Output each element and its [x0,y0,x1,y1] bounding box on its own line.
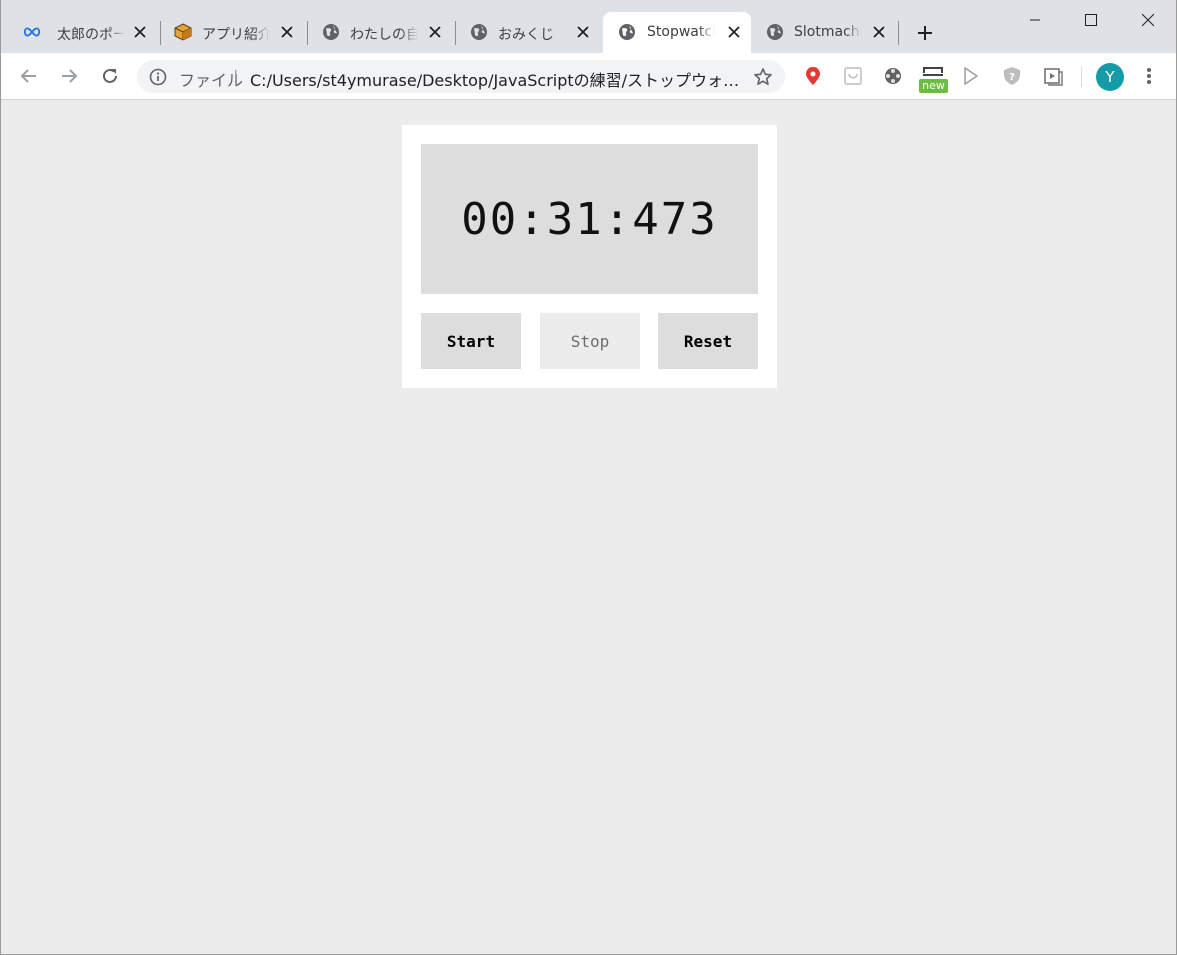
toolbar-separator [1081,67,1082,87]
tab-self-intro[interactable]: わたしの自己紹介 [300,12,452,53]
tab-omikuji[interactable]: おみくじ [448,12,600,53]
star-icon[interactable] [753,67,773,87]
maximize-button[interactable] [1063,0,1119,40]
shield-icon[interactable]: ? [1000,64,1024,88]
close-icon[interactable] [576,25,590,39]
globe-icon [618,23,636,41]
address-bar[interactable]: ファイル | C:/Users/st4ymurase/Desktop/JavaS… [137,60,785,93]
stopwatch-container: 00:31:473 Start Stop Reset [402,125,777,388]
box-icon [174,23,192,41]
close-icon [1141,13,1155,27]
maximize-icon [1085,14,1097,26]
tab-portfolio[interactable]: 太郎のポートフォリオ [1,12,157,53]
film-reel-icon[interactable] [881,64,905,88]
tab-title: アプリ紹介サイト [202,27,270,43]
globe-icon [322,23,340,41]
close-icon[interactable] [133,25,147,39]
new-tab-button[interactable] [913,21,937,45]
cursor-icon[interactable] [959,64,983,88]
tab-title: Stopwatch [647,24,715,40]
reload-button[interactable] [96,62,124,90]
tab-slotmachine[interactable]: Slotmachine [744,12,896,53]
map-pin-icon[interactable] [801,64,825,88]
stop-button[interactable]: Stop [540,313,640,369]
tab-stopwatch[interactable]: Stopwatch [603,12,751,53]
close-icon[interactable] [872,25,886,39]
tab-separator [898,21,899,45]
reload-icon [103,68,117,83]
video-play-icon[interactable] [1041,64,1065,88]
kebab-menu-icon[interactable] [1137,64,1161,88]
arrow-left-icon [20,69,36,83]
browser-toolbar: ファイル | C:/Users/st4ymurase/Desktop/JavaS… [1,53,1176,100]
profile-avatar[interactable]: Y [1096,63,1124,91]
tab-title: 太郎のポートフォリオ [57,27,125,43]
url-text[interactable]: C:/Users/st4ymurase/Desktop/JavaScriptの練… [250,67,740,91]
minimize-icon [1030,19,1040,21]
back-button[interactable] [15,62,43,90]
start-button[interactable]: Start [421,313,521,369]
tab-app-intro[interactable]: アプリ紹介サイト [152,12,304,53]
close-icon[interactable] [727,25,741,39]
window-close-button[interactable] [1120,0,1176,40]
new-badge: new [919,79,948,93]
pocket-icon[interactable] [841,64,865,88]
plus-icon [918,26,932,40]
tab-title: わたしの自己紹介 [350,27,418,43]
close-icon[interactable] [280,25,294,39]
time-display: 00:31:473 [421,144,758,294]
tab-title: おみくじ [498,27,554,43]
tab-strip: 太郎のポートフォリオ アプリ紹介サイト わたしの自己紹介 [1,0,1176,53]
svg-text:?: ? [1009,72,1015,83]
minimize-button[interactable] [1007,0,1063,40]
scheme-divider: | [233,67,239,86]
close-icon[interactable] [428,25,442,39]
infinity-icon [23,23,41,41]
reset-button[interactable]: Reset [658,313,758,369]
tab-title: Slotmachine [794,24,862,40]
info-icon[interactable] [149,68,167,86]
arrow-right-icon [62,69,78,83]
globe-icon [470,23,488,41]
forward-button[interactable] [55,62,83,90]
globe-icon [766,23,784,41]
